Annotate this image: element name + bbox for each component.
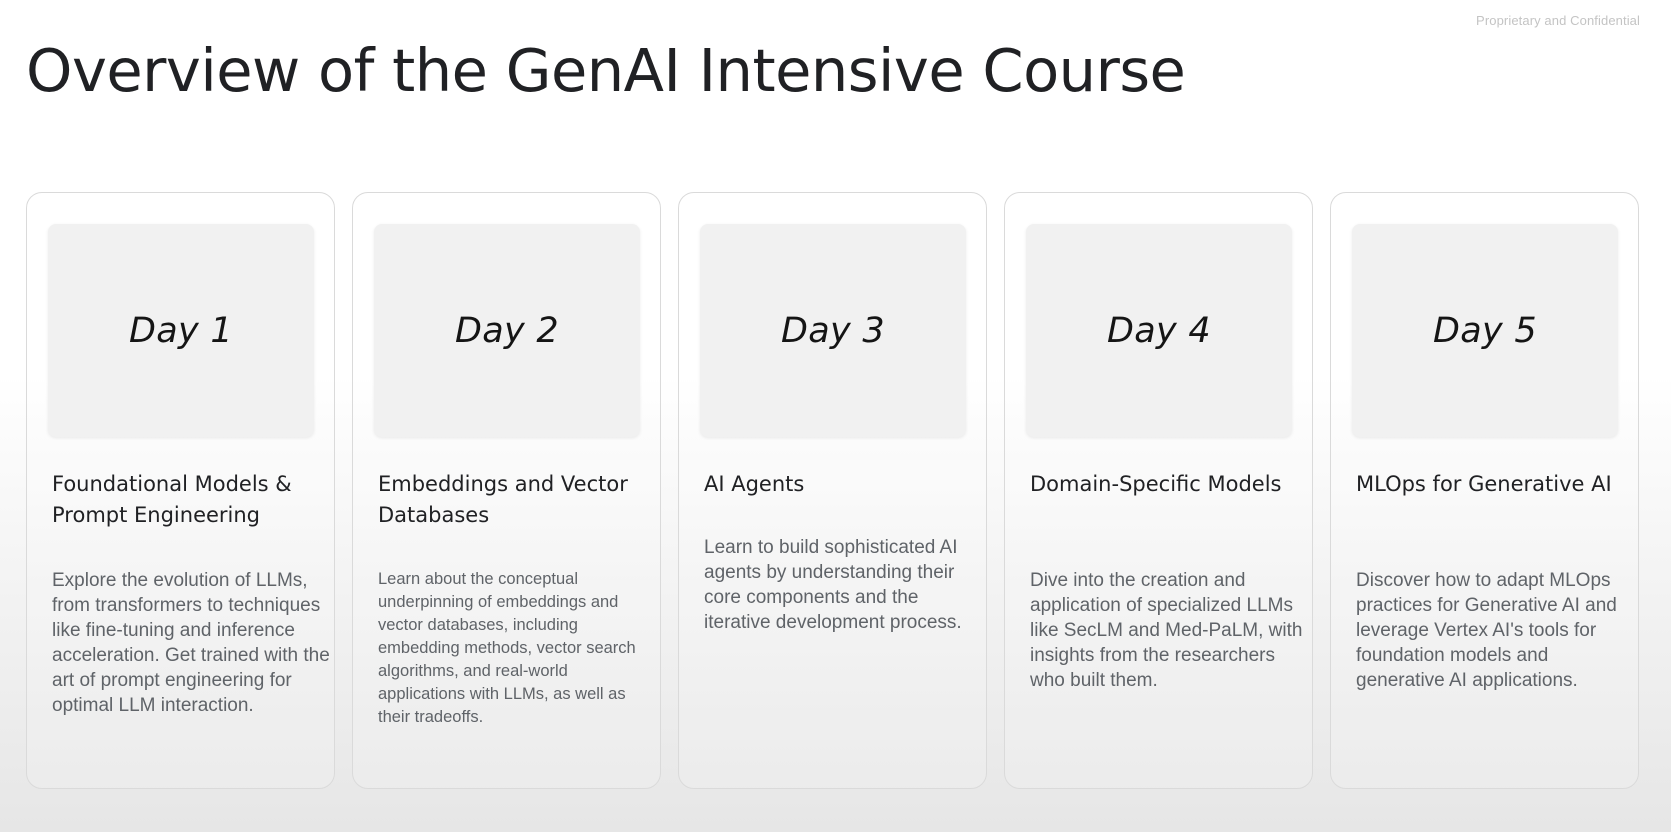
day-card-3: Day 3 AI Agents Learn to build sophistic… bbox=[678, 192, 987, 789]
day-box-4: Day 4 bbox=[1026, 224, 1292, 437]
card-description: Learn to build sophisticated AI agents b… bbox=[704, 537, 962, 633]
day-card-2: Day 2 Embeddings and Vector Databases Le… bbox=[352, 192, 661, 789]
card-description: Learn about the conceptual underpinning … bbox=[378, 570, 636, 726]
day-label: Day 5 bbox=[1432, 310, 1537, 351]
day-label: Day 1 bbox=[128, 310, 233, 351]
card-description: Explore the evolution of LLMs, from tran… bbox=[52, 570, 330, 716]
day-card-1: Day 1 Foundational Models & Prompt Engin… bbox=[26, 192, 335, 789]
card-title: AI Agents bbox=[704, 472, 805, 496]
day-label: Day 3 bbox=[780, 310, 885, 351]
card-title: MLOps for Generative AI bbox=[1356, 472, 1612, 496]
confidential-label: Proprietary and Confidential bbox=[1476, 13, 1640, 28]
day-box-2: Day 2 bbox=[374, 224, 640, 437]
day-box-5: Day 5 bbox=[1352, 224, 1618, 437]
page-title: Overview of the GenAI Intensive Course bbox=[26, 36, 1186, 105]
day-label: Day 2 bbox=[454, 310, 559, 351]
day-label: Day 4 bbox=[1106, 310, 1211, 351]
course-days: Day 1 Foundational Models & Prompt Engin… bbox=[26, 192, 1642, 789]
card-title: Domain-Specific Models bbox=[1030, 472, 1282, 496]
day-card-5: Day 5 MLOps for Generative AI Discover h… bbox=[1330, 192, 1639, 789]
day-box-1: Day 1 bbox=[48, 224, 314, 437]
card-description: Discover how to adapt MLOps practices fo… bbox=[1356, 570, 1617, 691]
card-description: Dive into the creation and application o… bbox=[1030, 570, 1303, 691]
card-title: Foundational Models & Prompt Engineering bbox=[52, 472, 292, 527]
card-title: Embeddings and Vector Databases bbox=[378, 472, 628, 527]
day-box-3: Day 3 bbox=[700, 224, 966, 437]
day-card-4: Day 4 Domain-Specific Models Dive into t… bbox=[1004, 192, 1313, 789]
